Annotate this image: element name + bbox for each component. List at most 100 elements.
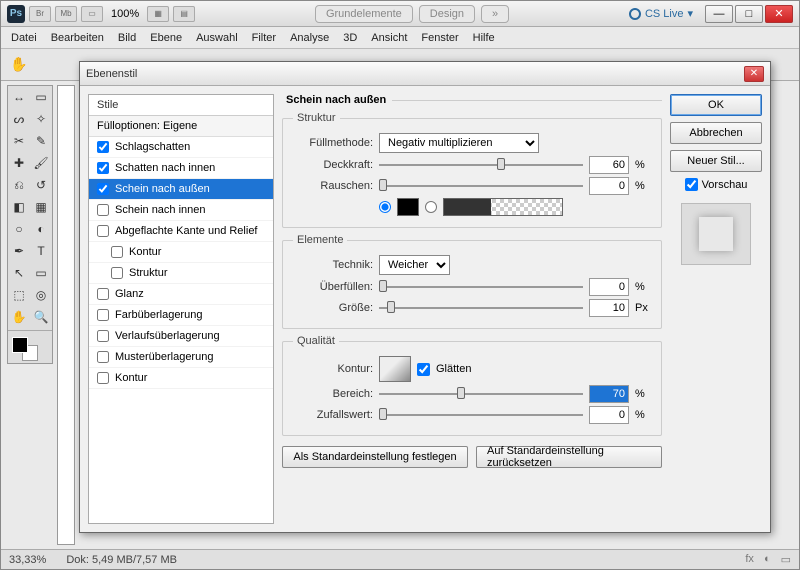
style-checkbox[interactable] <box>97 309 109 321</box>
history-brush-tool[interactable]: ↺ <box>30 174 52 196</box>
spread-slider[interactable] <box>379 280 583 294</box>
path-tool[interactable]: ↖ <box>8 262 30 284</box>
cancel-button[interactable]: Abbrechen <box>670 122 762 144</box>
preview-checkbox[interactable] <box>685 178 698 191</box>
style-checkbox[interactable] <box>97 288 109 300</box>
status-icon[interactable]: fx <box>745 553 754 566</box>
technique-select[interactable]: Weicher <box>379 255 450 275</box>
3d-tool[interactable]: ⬚ <box>8 284 30 306</box>
workspace-grundelemente[interactable]: Grundelemente <box>315 5 413 23</box>
noise-input[interactable] <box>589 177 629 195</box>
jitter-slider[interactable] <box>379 408 583 422</box>
menu-fenster[interactable]: Fenster <box>421 32 458 44</box>
bridge-icon[interactable]: Br <box>29 6 51 22</box>
style-item[interactable]: Schatten nach innen <box>89 158 273 179</box>
menu-analyse[interactable]: Analyse <box>290 32 329 44</box>
style-checkbox[interactable] <box>97 225 109 237</box>
style-checkbox[interactable] <box>97 372 109 384</box>
menu-filter[interactable]: Filter <box>252 32 276 44</box>
gradient-tool[interactable]: ▦ <box>30 196 52 218</box>
noise-slider[interactable] <box>379 179 583 193</box>
styles-header[interactable]: Stile <box>89 95 273 116</box>
menu-auswahl[interactable]: Auswahl <box>196 32 238 44</box>
blendmode-select[interactable]: Negativ multiplizieren <box>379 133 539 153</box>
hand-tool[interactable]: ✋ <box>8 306 30 328</box>
style-item[interactable]: Farbüberlagerung <box>89 305 273 326</box>
arrange-icon[interactable]: ▤ <box>173 6 195 22</box>
fill-options[interactable]: Fülloptionen: Eigene <box>89 116 273 137</box>
shape-tool[interactable]: ▭ <box>30 262 52 284</box>
glow-color-swatch[interactable] <box>397 198 419 216</box>
stamp-tool[interactable]: ⎌ <box>8 174 30 196</box>
workspace-more[interactable]: » <box>481 5 509 23</box>
brush-tool[interactable]: 🖌 <box>30 152 52 174</box>
style-item[interactable]: Verlaufsüberlagerung <box>89 326 273 347</box>
style-item[interactable]: Schein nach außen <box>89 179 273 200</box>
opacity-slider[interactable] <box>379 158 583 172</box>
close-button[interactable]: ✕ <box>765 5 793 23</box>
reset-default-button[interactable]: Auf Standardeinstellung zurücksetzen <box>476 446 662 468</box>
size-slider[interactable] <box>379 301 583 315</box>
style-item[interactable]: Glanz <box>89 284 273 305</box>
new-style-button[interactable]: Neuer Stil... <box>670 150 762 172</box>
opacity-input[interactable] <box>589 156 629 174</box>
contour-picker[interactable] <box>379 356 411 382</box>
style-item[interactable]: Schein nach innen <box>89 200 273 221</box>
menu-bearbeiten[interactable]: Bearbeiten <box>51 32 104 44</box>
crop-tool[interactable]: ✂ <box>8 130 30 152</box>
range-input[interactable]: 70 <box>589 385 629 403</box>
color-radio[interactable] <box>379 201 391 213</box>
type-tool[interactable]: T <box>30 240 52 262</box>
menu-hilfe[interactable]: Hilfe <box>473 32 495 44</box>
style-item[interactable]: Abgeflachte Kante und Relief <box>89 221 273 242</box>
dialog-close-button[interactable]: ✕ <box>744 66 764 82</box>
style-checkbox[interactable] <box>97 204 109 216</box>
view-extras-icon[interactable]: ▦ <box>147 6 169 22</box>
camera-tool[interactable]: ◎ <box>30 284 52 306</box>
eyedropper-tool[interactable]: ✎ <box>30 130 52 152</box>
hand-tool-icon[interactable]: ✋ <box>9 55 29 75</box>
zoom-tool[interactable]: 🔍 <box>30 306 52 328</box>
make-default-button[interactable]: Als Standardeinstellung festlegen <box>282 446 468 468</box>
glow-gradient-swatch[interactable] <box>443 198 563 216</box>
pen-tool[interactable]: ✒ <box>8 240 30 262</box>
status-zoom[interactable]: 33,33% <box>9 554 46 566</box>
marquee-tool[interactable]: ▭ <box>30 86 52 108</box>
jitter-input[interactable] <box>589 406 629 424</box>
eraser-tool[interactable]: ◧ <box>8 196 30 218</box>
range-slider[interactable] <box>379 387 583 401</box>
gradient-radio[interactable] <box>425 201 437 213</box>
dialog-titlebar[interactable]: Ebenenstil ✕ <box>80 62 770 86</box>
style-checkbox[interactable] <box>111 246 123 258</box>
minibridge-icon[interactable]: Mb <box>55 6 77 22</box>
style-checkbox[interactable] <box>111 267 123 279</box>
size-input[interactable] <box>589 299 629 317</box>
menu-bild[interactable]: Bild <box>118 32 136 44</box>
style-checkbox[interactable] <box>97 330 109 342</box>
wand-tool[interactable]: ✧ <box>30 108 52 130</box>
maximize-button[interactable]: □ <box>735 5 763 23</box>
blur-tool[interactable]: ○ <box>8 218 30 240</box>
style-item[interactable]: Schlagschatten <box>89 137 273 158</box>
minimize-button[interactable]: — <box>705 5 733 23</box>
screen-mode-icon[interactable]: ▭ <box>81 6 103 22</box>
menu-ebene[interactable]: Ebene <box>150 32 182 44</box>
menu-datei[interactable]: Datei <box>11 32 37 44</box>
menu-ansicht[interactable]: Ansicht <box>371 32 407 44</box>
style-item[interactable]: Kontur <box>89 368 273 389</box>
lasso-tool[interactable]: ᔕ <box>8 108 30 130</box>
style-checkbox[interactable] <box>97 351 109 363</box>
workspace-design[interactable]: Design <box>419 5 475 23</box>
color-swatches[interactable] <box>8 333 52 363</box>
heal-tool[interactable]: ✚ <box>8 152 30 174</box>
dodge-tool[interactable]: ◐ <box>30 218 52 240</box>
zoom-level[interactable]: 100% <box>107 8 143 20</box>
menu-3d[interactable]: 3D <box>343 32 357 44</box>
status-icon[interactable]: ▭ <box>781 553 791 566</box>
spread-input[interactable] <box>589 278 629 296</box>
status-icon[interactable]: ◐ <box>764 553 771 566</box>
style-item[interactable]: Struktur <box>89 263 273 284</box>
ok-button[interactable]: OK <box>670 94 762 116</box>
move-tool[interactable]: ↔ <box>8 86 30 108</box>
style-checkbox[interactable] <box>97 162 109 174</box>
